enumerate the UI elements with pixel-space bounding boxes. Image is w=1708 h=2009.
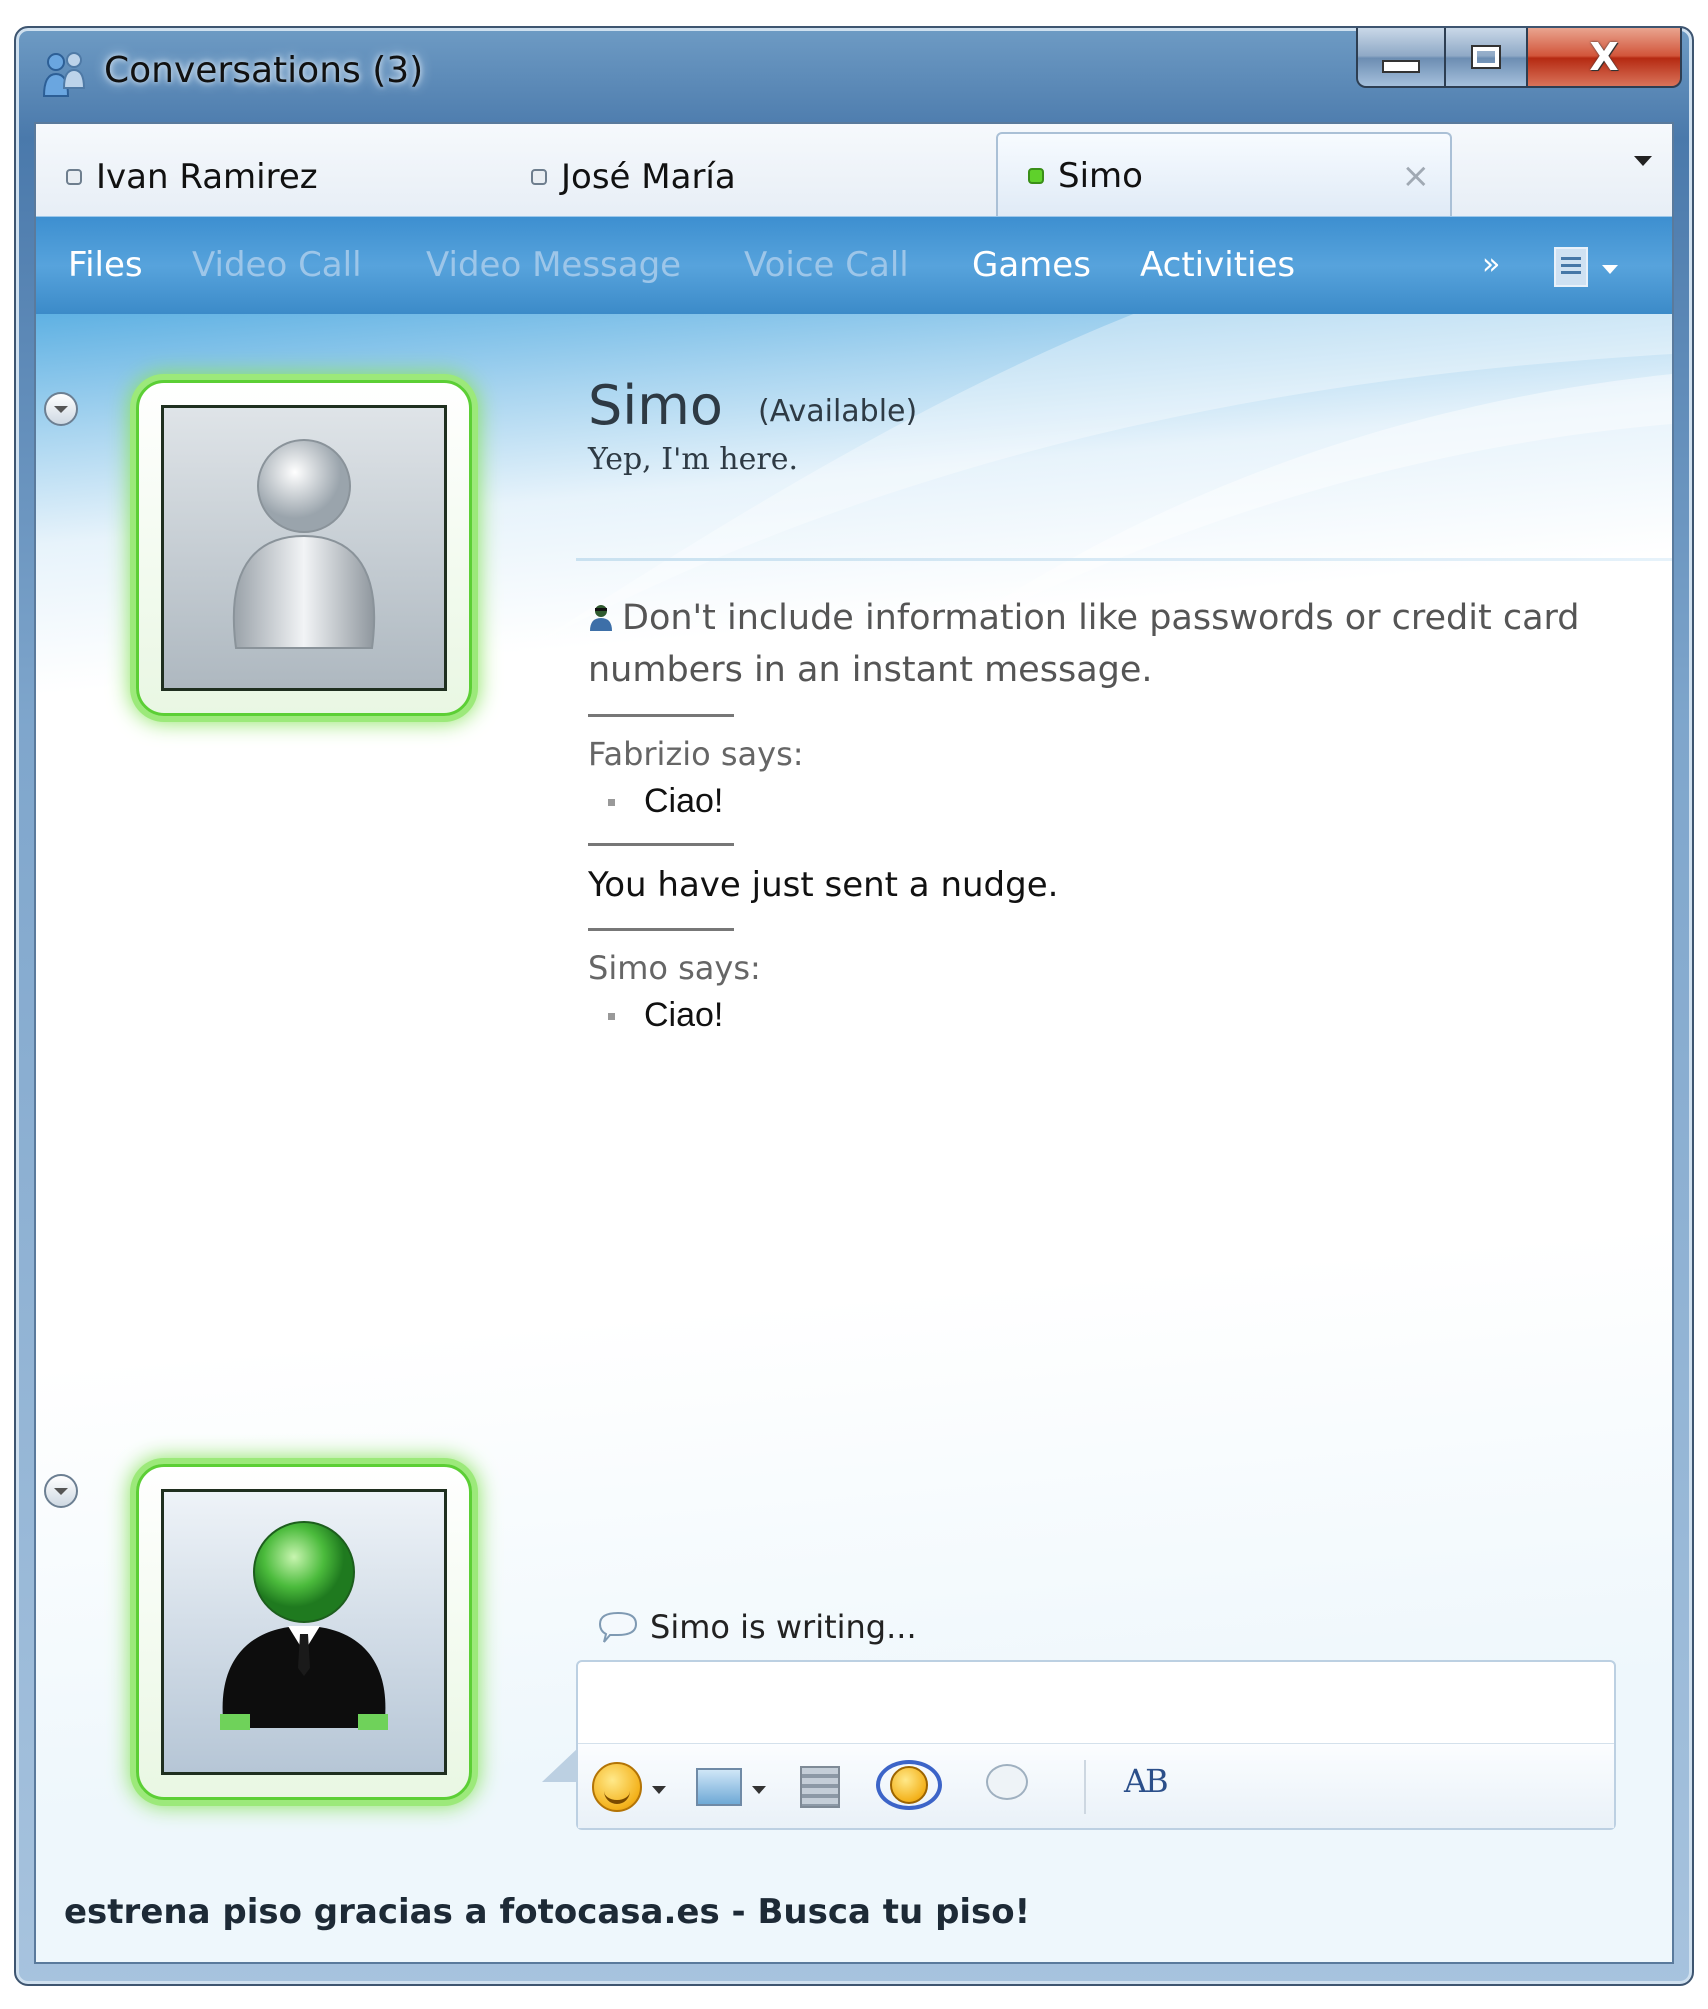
typing-indicator: Simo is writing... <box>596 1608 917 1646</box>
action-toolbar: Files Video Call Video Message Voice Cal… <box>36 216 1672 315</box>
close-button[interactable]: X <box>1528 28 1682 88</box>
minimize-icon <box>1382 59 1420 73</box>
message-history: Don't include information like passwords… <box>588 592 1654 1039</box>
games-button[interactable]: Games <box>972 245 1091 285</box>
wink-film-icon[interactable] <box>800 1766 840 1808</box>
maximize-icon <box>1471 45 1501 69</box>
message-text: Ciao! <box>588 991 1654 1039</box>
tab-simo[interactable]: Simo × <box>996 132 1452 218</box>
minimize-button[interactable] <box>1356 28 1446 88</box>
message-divider <box>588 928 734 931</box>
security-warning-icon <box>590 605 612 631</box>
font-icon[interactable]: AB <box>1124 1762 1169 1800</box>
background-picture-icon[interactable] <box>696 1768 742 1806</box>
presence-offline-icon <box>66 169 82 185</box>
collapse-contact-picture-button[interactable] <box>44 392 78 426</box>
contact-personal-message: Yep, I'm here. <box>588 442 799 477</box>
nudge-notice: You have just sent a nudge. <box>588 865 1059 905</box>
menu-dropdown-arrow-icon[interactable] <box>1602 265 1618 274</box>
conversation-body: Simo (Available) Yep, I'm here. Don't in… <box>36 314 1672 1962</box>
own-avatar-image <box>161 1489 447 1775</box>
message-input[interactable] <box>578 1662 1614 1742</box>
title-bar[interactable]: Conversations (3) X <box>16 28 1692 122</box>
conversation-tabs: Ivan Ramirez José María Simo × <box>36 124 1672 218</box>
message-divider <box>588 843 734 846</box>
tab-list-dropdown-icon[interactable] <box>1634 156 1652 166</box>
advertisement-link[interactable]: estrena piso gracias a fotocasa.es - Bus… <box>64 1892 1030 1932</box>
header-divider <box>576 558 1672 561</box>
speech-bubble-icon <box>598 1611 638 1643</box>
tab-ivan-ramirez[interactable]: Ivan Ramirez <box>36 138 496 216</box>
video-call-button[interactable]: Video Call <box>192 245 362 285</box>
toolbar-separator <box>1084 1760 1086 1814</box>
contact-status: (Available) <box>758 394 918 429</box>
compose-toolbar: AB <box>578 1743 1614 1828</box>
presence-available-icon <box>1028 168 1044 184</box>
close-icon: X <box>1589 35 1619 79</box>
presence-offline-icon <box>531 169 547 185</box>
client-area: Ivan Ramirez José María Simo × Files Vid… <box>34 122 1674 1964</box>
compose-area: AB <box>576 1660 1616 1830</box>
activities-button[interactable]: Activities <box>1140 245 1295 285</box>
message-sender: Simo says: <box>588 949 761 987</box>
security-warning-text: Don't include information like passwords… <box>588 598 1580 690</box>
caption-buttons: X <box>1356 28 1682 90</box>
background-dropdown-icon[interactable] <box>752 1786 766 1794</box>
compose-bubble-tail <box>542 1748 578 1782</box>
tab-label: Ivan Ramirez <box>96 157 318 197</box>
window-title: Conversations (3) <box>104 50 424 91</box>
tab-close-icon[interactable]: × <box>1402 156 1431 196</box>
collapse-own-picture-button[interactable] <box>44 1474 78 1508</box>
voice-clip-icon[interactable] <box>986 1764 1028 1800</box>
typing-indicator-text: Simo is writing... <box>650 1608 917 1646</box>
maximize-button[interactable] <box>1446 28 1528 88</box>
emoticon-dropdown-icon[interactable] <box>652 1786 666 1794</box>
conversation-window: Conversations (3) X Ivan Ramirez José Ma… <box>14 26 1694 1986</box>
contact-display-picture[interactable] <box>136 380 472 716</box>
contact-avatar-image <box>161 405 447 691</box>
more-actions-chevron-icon[interactable]: » <box>1482 247 1500 282</box>
message-divider <box>588 714 734 717</box>
security-warning: Don't include information like passwords… <box>588 592 1654 696</box>
nudge-face <box>890 1766 928 1804</box>
tab-label: José María <box>561 157 736 197</box>
tab-label: Simo <box>1058 156 1143 196</box>
own-display-picture[interactable] <box>136 1464 472 1800</box>
message-text: Ciao! <box>588 777 1654 825</box>
files-button[interactable]: Files <box>68 245 143 285</box>
default-user-icon <box>232 439 376 649</box>
tab-jose-maria[interactable]: José María <box>501 138 961 216</box>
nudge-icon[interactable] <box>876 1760 942 1810</box>
message-sender: Fabrizio says: <box>588 735 804 773</box>
voice-call-button[interactable]: Voice Call <box>744 245 909 285</box>
businessman-user-icon <box>220 1521 388 1730</box>
video-message-button[interactable]: Video Message <box>426 245 681 285</box>
contact-name: Simo <box>588 374 723 437</box>
messenger-buddies-icon <box>42 52 86 97</box>
emoticon-icon[interactable] <box>592 1762 642 1812</box>
show-menu-icon[interactable] <box>1554 247 1588 287</box>
